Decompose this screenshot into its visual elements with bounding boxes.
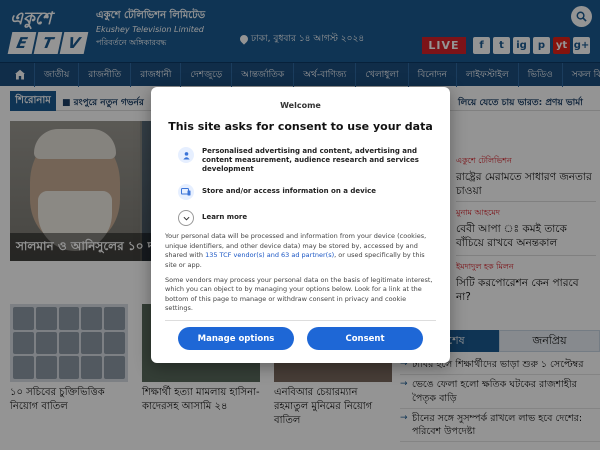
consent-purpose-text: Personalised advertising and content, ad… (202, 147, 419, 174)
consent-body-paragraph: Some vendors may process your personal d… (165, 275, 433, 313)
consent-body-paragraph: Your personal data will be processed and… (165, 232, 436, 270)
divider (165, 319, 436, 321)
consent-button[interactable]: Consent (307, 327, 423, 350)
consent-site-heading: Welcome (280, 101, 321, 110)
device-icon (178, 184, 194, 201)
consent-purpose: Store and/or access information on a dev… (165, 184, 436, 201)
person-icon (178, 147, 194, 163)
vendors-link[interactable]: 135 TCF vendor(s) and 63 ad partner(s) (205, 251, 334, 259)
learn-more-toggle[interactable]: Learn more (165, 210, 436, 227)
consent-dialog: Welcome This site asks for consent to us… (151, 87, 450, 363)
manage-options-button[interactable]: Manage options (178, 327, 294, 350)
consent-purpose-text: Store and/or access information on a dev… (202, 187, 377, 196)
consent-title: This site asks for consent to use your d… (168, 120, 433, 133)
consent-purpose: Personalised advertising and content, ad… (165, 147, 436, 174)
consent-buttons: Manage options Consent (178, 327, 423, 350)
learn-more-label[interactable]: Learn more (202, 213, 247, 222)
chevron-down-icon (178, 210, 194, 227)
